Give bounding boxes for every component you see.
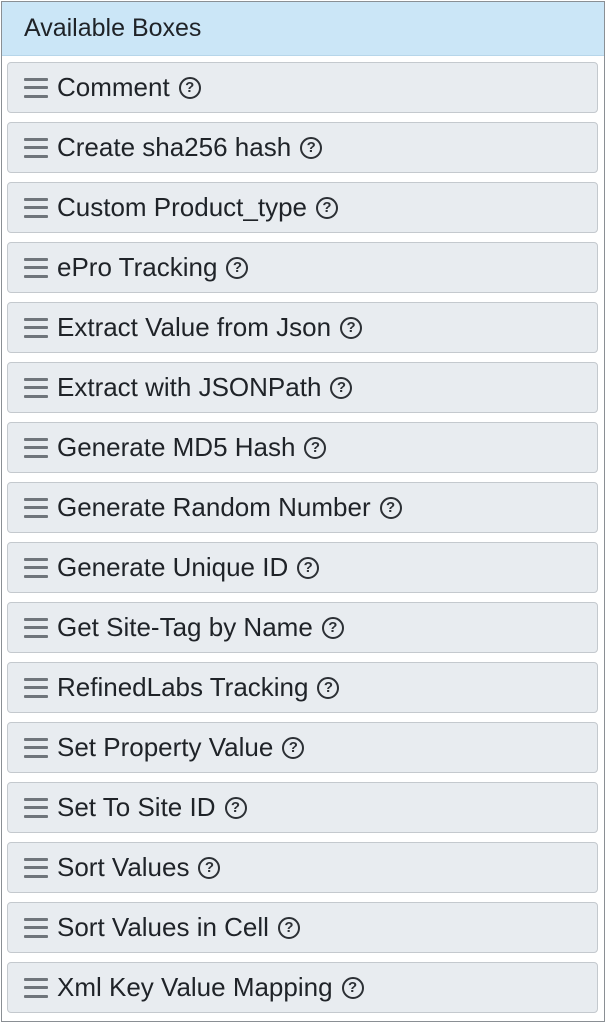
drag-handle-icon[interactable] <box>24 317 48 338</box>
box-label: ePro Tracking <box>57 252 218 282</box>
box-label: Custom Product_type <box>57 192 308 222</box>
box-label: Create sha256 hash <box>57 132 292 162</box>
drag-handle-icon[interactable] <box>24 497 48 518</box>
panel-title: Available Boxes <box>2 2 604 56</box>
drag-handle-icon[interactable] <box>24 737 48 758</box>
box-item-create-sha256-hash[interactable]: Create sha256 hash ? <box>7 122 598 173</box>
box-item-custom-product-type[interactable]: Custom Product_type ? <box>7 182 598 233</box>
drag-handle-icon[interactable] <box>24 977 48 998</box>
help-icon[interactable]: ? <box>316 196 339 219</box>
help-icon[interactable]: ? <box>226 256 249 279</box>
help-icon[interactable]: ? <box>277 916 300 939</box>
box-item-generate-unique-id[interactable]: Generate Unique ID ? <box>7 542 598 593</box>
drag-handle-icon[interactable] <box>24 797 48 818</box>
box-item-get-site-tag-by-name[interactable]: Get Site-Tag by Name ? <box>7 602 598 653</box>
box-item-extract-value-from-json[interactable]: Extract Value from Json ? <box>7 302 598 353</box>
help-icon[interactable]: ? <box>379 496 402 519</box>
drag-handle-icon[interactable] <box>24 77 48 98</box>
drag-handle-icon[interactable] <box>24 377 48 398</box>
box-item-refinedlabs-tracking[interactable]: RefinedLabs Tracking ? <box>7 662 598 713</box>
help-icon[interactable]: ? <box>340 316 363 339</box>
drag-handle-icon[interactable] <box>24 197 48 218</box>
box-item-generate-md5-hash[interactable]: Generate MD5 Hash ? <box>7 422 598 473</box>
help-icon[interactable]: ? <box>178 76 201 99</box>
box-label: Generate Unique ID <box>57 552 289 582</box>
help-icon[interactable]: ? <box>321 616 344 639</box>
box-item-sort-values-in-cell[interactable]: Sort Values in Cell ? <box>7 902 598 953</box>
drag-handle-icon[interactable] <box>24 437 48 458</box>
box-item-sort-values[interactable]: Sort Values ? <box>7 842 598 893</box>
box-label: Sort Values <box>57 852 190 882</box>
drag-handle-icon[interactable] <box>24 557 48 578</box>
box-label: Set To Site ID <box>57 792 216 822</box>
box-label: Xml Key Value Mapping <box>57 972 333 1002</box>
help-icon[interactable]: ? <box>282 736 305 759</box>
drag-handle-icon[interactable] <box>24 917 48 938</box>
drag-handle-icon[interactable] <box>24 137 48 158</box>
box-item-set-to-site-id[interactable]: Set To Site ID ? <box>7 782 598 833</box>
box-item-epro-tracking[interactable]: ePro Tracking ? <box>7 242 598 293</box>
box-item-extract-with-jsonpath[interactable]: Extract with JSONPath ? <box>7 362 598 413</box>
available-boxes-panel: Available Boxes Comment ? Create sha256 … <box>1 1 605 1022</box>
help-icon[interactable]: ? <box>304 436 327 459</box>
drag-handle-icon[interactable] <box>24 677 48 698</box>
box-label: Set Property Value <box>57 732 274 762</box>
box-label: RefinedLabs Tracking <box>57 672 309 702</box>
box-label: Sort Values in Cell <box>57 912 269 942</box>
help-icon[interactable]: ? <box>330 376 353 399</box>
drag-handle-icon[interactable] <box>24 617 48 638</box>
box-label: Get Site-Tag by Name <box>57 612 313 642</box>
help-icon[interactable]: ? <box>300 136 323 159</box>
box-item-comment[interactable]: Comment ? <box>7 62 598 113</box>
box-label: Comment <box>57 72 170 102</box>
box-label: Generate Random Number <box>57 492 371 522</box>
help-icon[interactable]: ? <box>341 976 364 999</box>
help-icon[interactable]: ? <box>198 856 221 879</box>
box-item-set-property-value[interactable]: Set Property Value ? <box>7 722 598 773</box>
box-item-generate-random-number[interactable]: Generate Random Number ? <box>7 482 598 533</box>
help-icon[interactable]: ? <box>297 556 320 579</box>
help-icon[interactable]: ? <box>224 796 247 819</box>
help-icon[interactable]: ? <box>317 676 340 699</box>
box-item-xml-key-value-mapping[interactable]: Xml Key Value Mapping ? <box>7 962 598 1013</box>
drag-handle-icon[interactable] <box>24 257 48 278</box>
box-label: Extract with JSONPath <box>57 372 322 402</box>
drag-handle-icon[interactable] <box>24 857 48 878</box>
box-label: Generate MD5 Hash <box>57 432 296 462</box>
box-label: Extract Value from Json <box>57 312 332 342</box>
